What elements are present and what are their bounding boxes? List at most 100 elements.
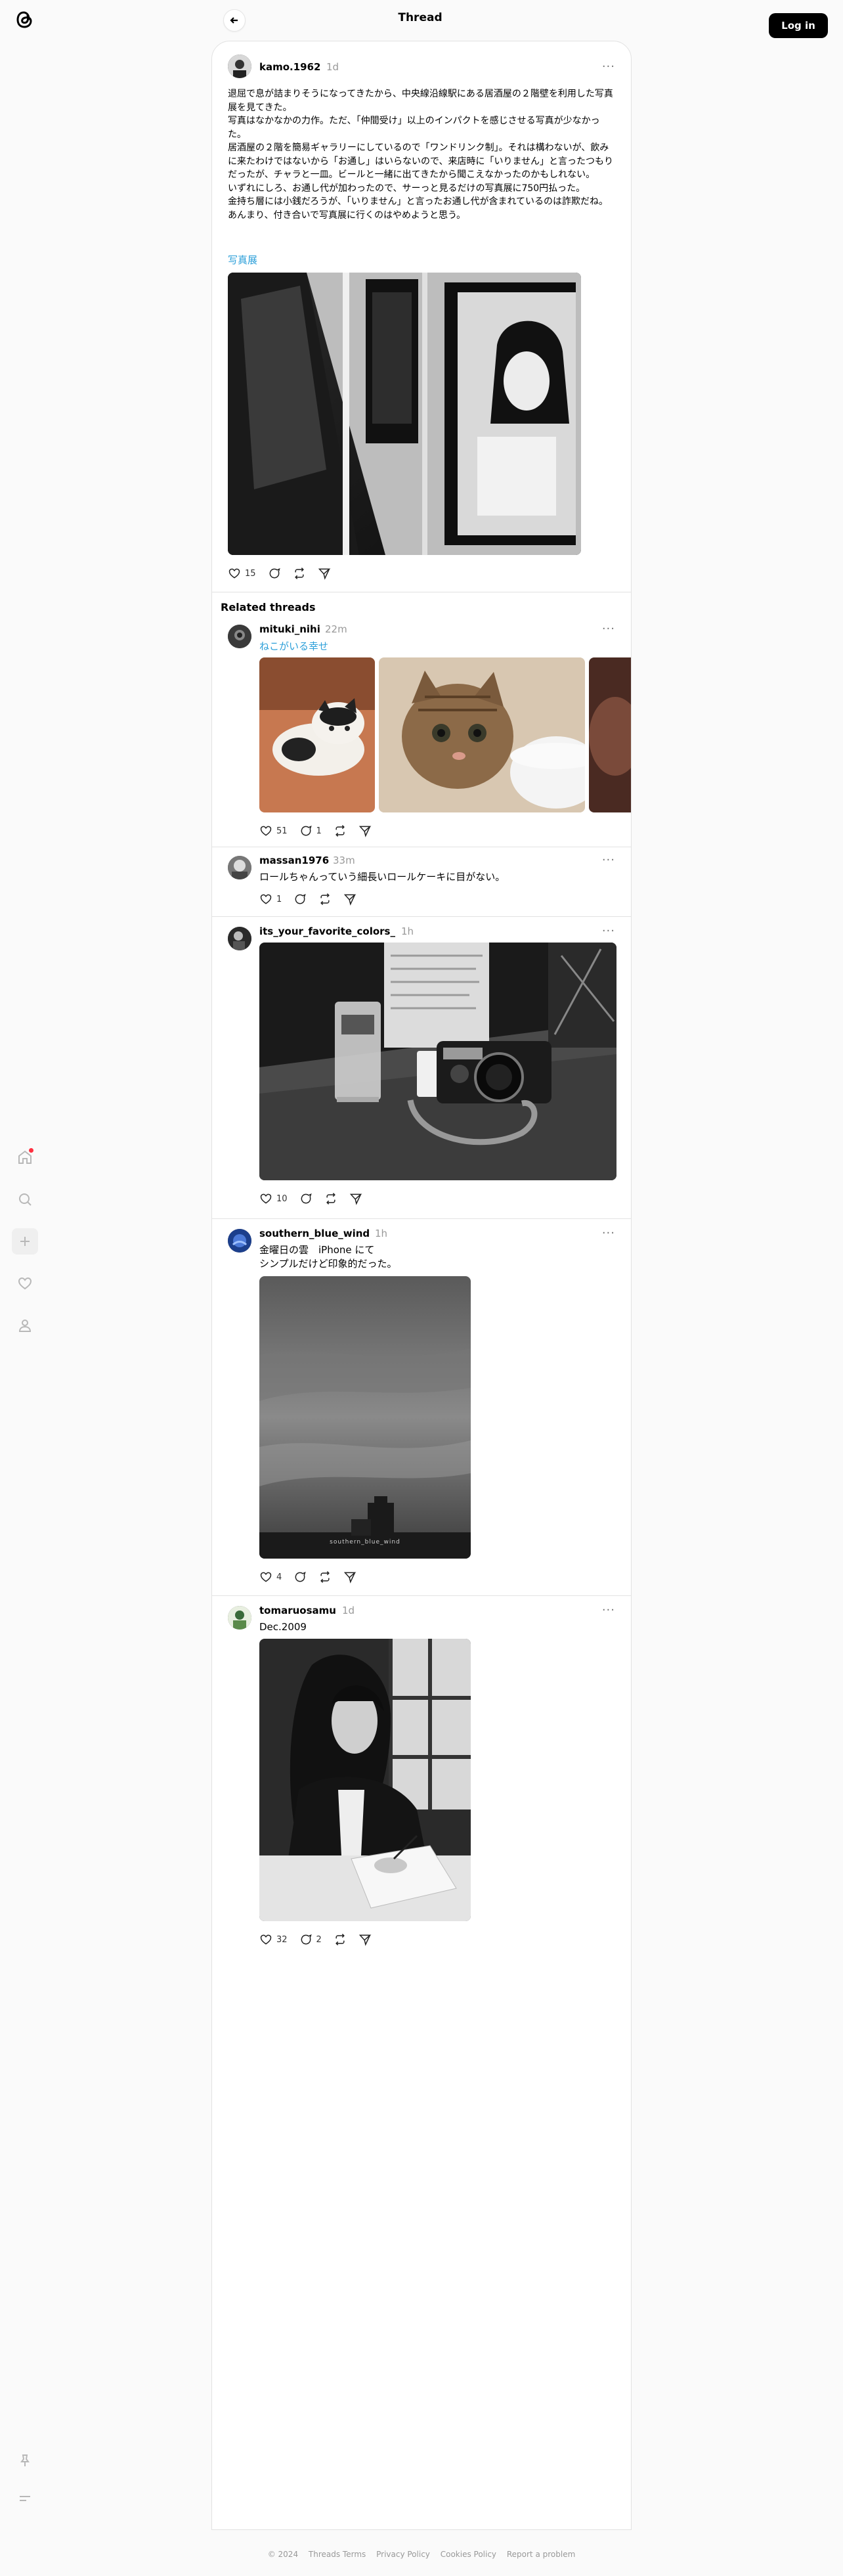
repost-button[interactable] (334, 824, 347, 837)
like-count: 4 (276, 1572, 282, 1582)
share-button[interactable] (343, 893, 357, 906)
post-time: 33m (333, 855, 355, 866)
more-options-icon[interactable]: ··· (602, 622, 615, 636)
thread-column: kamo.1962 1d ··· 退屈で息が詰まりそうになってきたから、中央線沿… (211, 41, 632, 2530)
post-photo[interactable] (379, 657, 585, 812)
repost-button[interactable] (318, 893, 332, 906)
page-title: Thread (398, 11, 443, 24)
repost-icon (294, 567, 304, 579)
like-button[interactable]: 10 (259, 1192, 288, 1205)
post-photo[interactable] (228, 273, 581, 555)
avatar[interactable] (228, 55, 251, 78)
send-icon (318, 568, 331, 580)
share-button[interactable] (318, 567, 331, 580)
like-button[interactable]: 15 (228, 567, 256, 580)
nav-home[interactable] (12, 1144, 38, 1170)
repost-button[interactable] (334, 1933, 347, 1946)
footer-link-cookies[interactable]: Cookies Policy (441, 2550, 496, 2559)
post-text: Dec.2009 (259, 1621, 307, 1633)
repost-icon (326, 1193, 335, 1205)
reply-button[interactable]: 2 (299, 1933, 322, 1946)
username[interactable]: mituki_nihi (259, 623, 320, 635)
like-button[interactable]: 4 (259, 1570, 282, 1584)
comment-icon (301, 1193, 312, 1204)
post-actions: 51 1 (259, 824, 372, 837)
username[interactable]: southern_blue_wind (259, 1228, 370, 1239)
username[interactable]: massan1976 (259, 855, 329, 866)
like-button[interactable]: 51 (259, 824, 288, 837)
avatar[interactable] (228, 625, 251, 648)
nav-activity[interactable] (12, 1270, 38, 1297)
post-time: 1d (342, 1605, 355, 1616)
comment-icon (301, 1934, 312, 1945)
back-button[interactable] (223, 9, 246, 32)
repost-button[interactable] (324, 1192, 337, 1205)
notification-dot (29, 1148, 33, 1153)
nav-profile[interactable] (12, 1312, 38, 1339)
reply-button[interactable] (293, 893, 307, 906)
share-button[interactable] (343, 1570, 357, 1584)
post-photo[interactable]: southern_blue_wind (259, 1276, 471, 1559)
post-photo[interactable] (259, 657, 375, 812)
username[interactable]: kamo.1962 (259, 61, 320, 73)
topic-tag[interactable]: 写真展 (228, 253, 257, 267)
nav-pin[interactable] (12, 2447, 38, 2474)
reply-button[interactable] (268, 567, 281, 580)
search-icon (19, 1193, 32, 1206)
topic-tag[interactable]: ねこがいる幸せ (259, 639, 328, 653)
nav-menu[interactable] (12, 2485, 38, 2512)
nav-create[interactable] (12, 1228, 38, 1255)
post-actions: 10 (259, 1192, 362, 1205)
post-actions: 1 (259, 893, 357, 906)
like-button[interactable]: 1 (259, 893, 282, 906)
share-button[interactable] (358, 824, 372, 837)
share-button[interactable] (358, 1933, 372, 1946)
like-count: 10 (276, 1193, 288, 1204)
login-button[interactable]: Log in (769, 13, 828, 38)
avatar[interactable] (228, 1606, 251, 1630)
reply-button[interactable] (293, 1570, 307, 1584)
top-bar: Thread Log in (0, 0, 843, 41)
post-text: 退屈で息が詰まりそうになってきたから、中央線沿線駅にある居酒屋の２階壁を利用した… (228, 89, 614, 221)
post-time: 1d (326, 61, 339, 73)
reply-button[interactable]: 1 (299, 824, 322, 837)
arrow-left-icon (230, 17, 238, 24)
repost-button[interactable] (293, 567, 306, 580)
username[interactable]: tomaruosamu (259, 1605, 336, 1616)
more-options-icon[interactable]: ··· (602, 853, 615, 867)
avatar[interactable] (228, 856, 251, 879)
post-actions: 32 2 (259, 1933, 372, 1946)
like-count: 15 (245, 568, 256, 579)
avatar[interactable] (228, 1229, 251, 1253)
send-icon (358, 826, 372, 837)
reply-button[interactable] (299, 1192, 313, 1205)
divider (212, 916, 631, 917)
more-options-icon[interactable]: ··· (602, 1603, 615, 1617)
avatar[interactable] (228, 927, 251, 950)
nav-search[interactable] (12, 1186, 38, 1212)
profile-icon (18, 1320, 32, 1332)
divider (212, 1595, 631, 1596)
plus-icon (20, 1237, 30, 1246)
like-button[interactable]: 32 (259, 1933, 288, 1946)
post-photo[interactable] (259, 1639, 471, 1921)
repost-button[interactable] (318, 1570, 332, 1584)
left-rail (0, 0, 50, 2576)
more-options-icon[interactable]: ··· (602, 60, 615, 74)
post-photo[interactable] (589, 657, 631, 812)
footer-link-report[interactable]: Report a problem (507, 2550, 575, 2559)
username[interactable]: its_your_favorite_colors_ (259, 925, 395, 937)
copyright: © 2024 (267, 2550, 299, 2559)
repost-icon (335, 1934, 345, 1945)
repost-icon (335, 825, 345, 837)
more-options-icon[interactable]: ··· (602, 924, 615, 938)
reply-count: 1 (316, 826, 322, 836)
share-button[interactable] (349, 1192, 362, 1205)
footer-link-privacy[interactable]: Privacy Policy (376, 2550, 430, 2559)
footer-link-terms[interactable]: Threads Terms (309, 2550, 366, 2559)
pin-icon (20, 2454, 30, 2466)
like-count: 51 (276, 826, 288, 836)
post-text: ロールちゃんっていう細長いロールケーキに目がない。 (259, 871, 506, 883)
post-photo[interactable] (259, 943, 616, 1180)
more-options-icon[interactable]: ··· (602, 1226, 615, 1240)
